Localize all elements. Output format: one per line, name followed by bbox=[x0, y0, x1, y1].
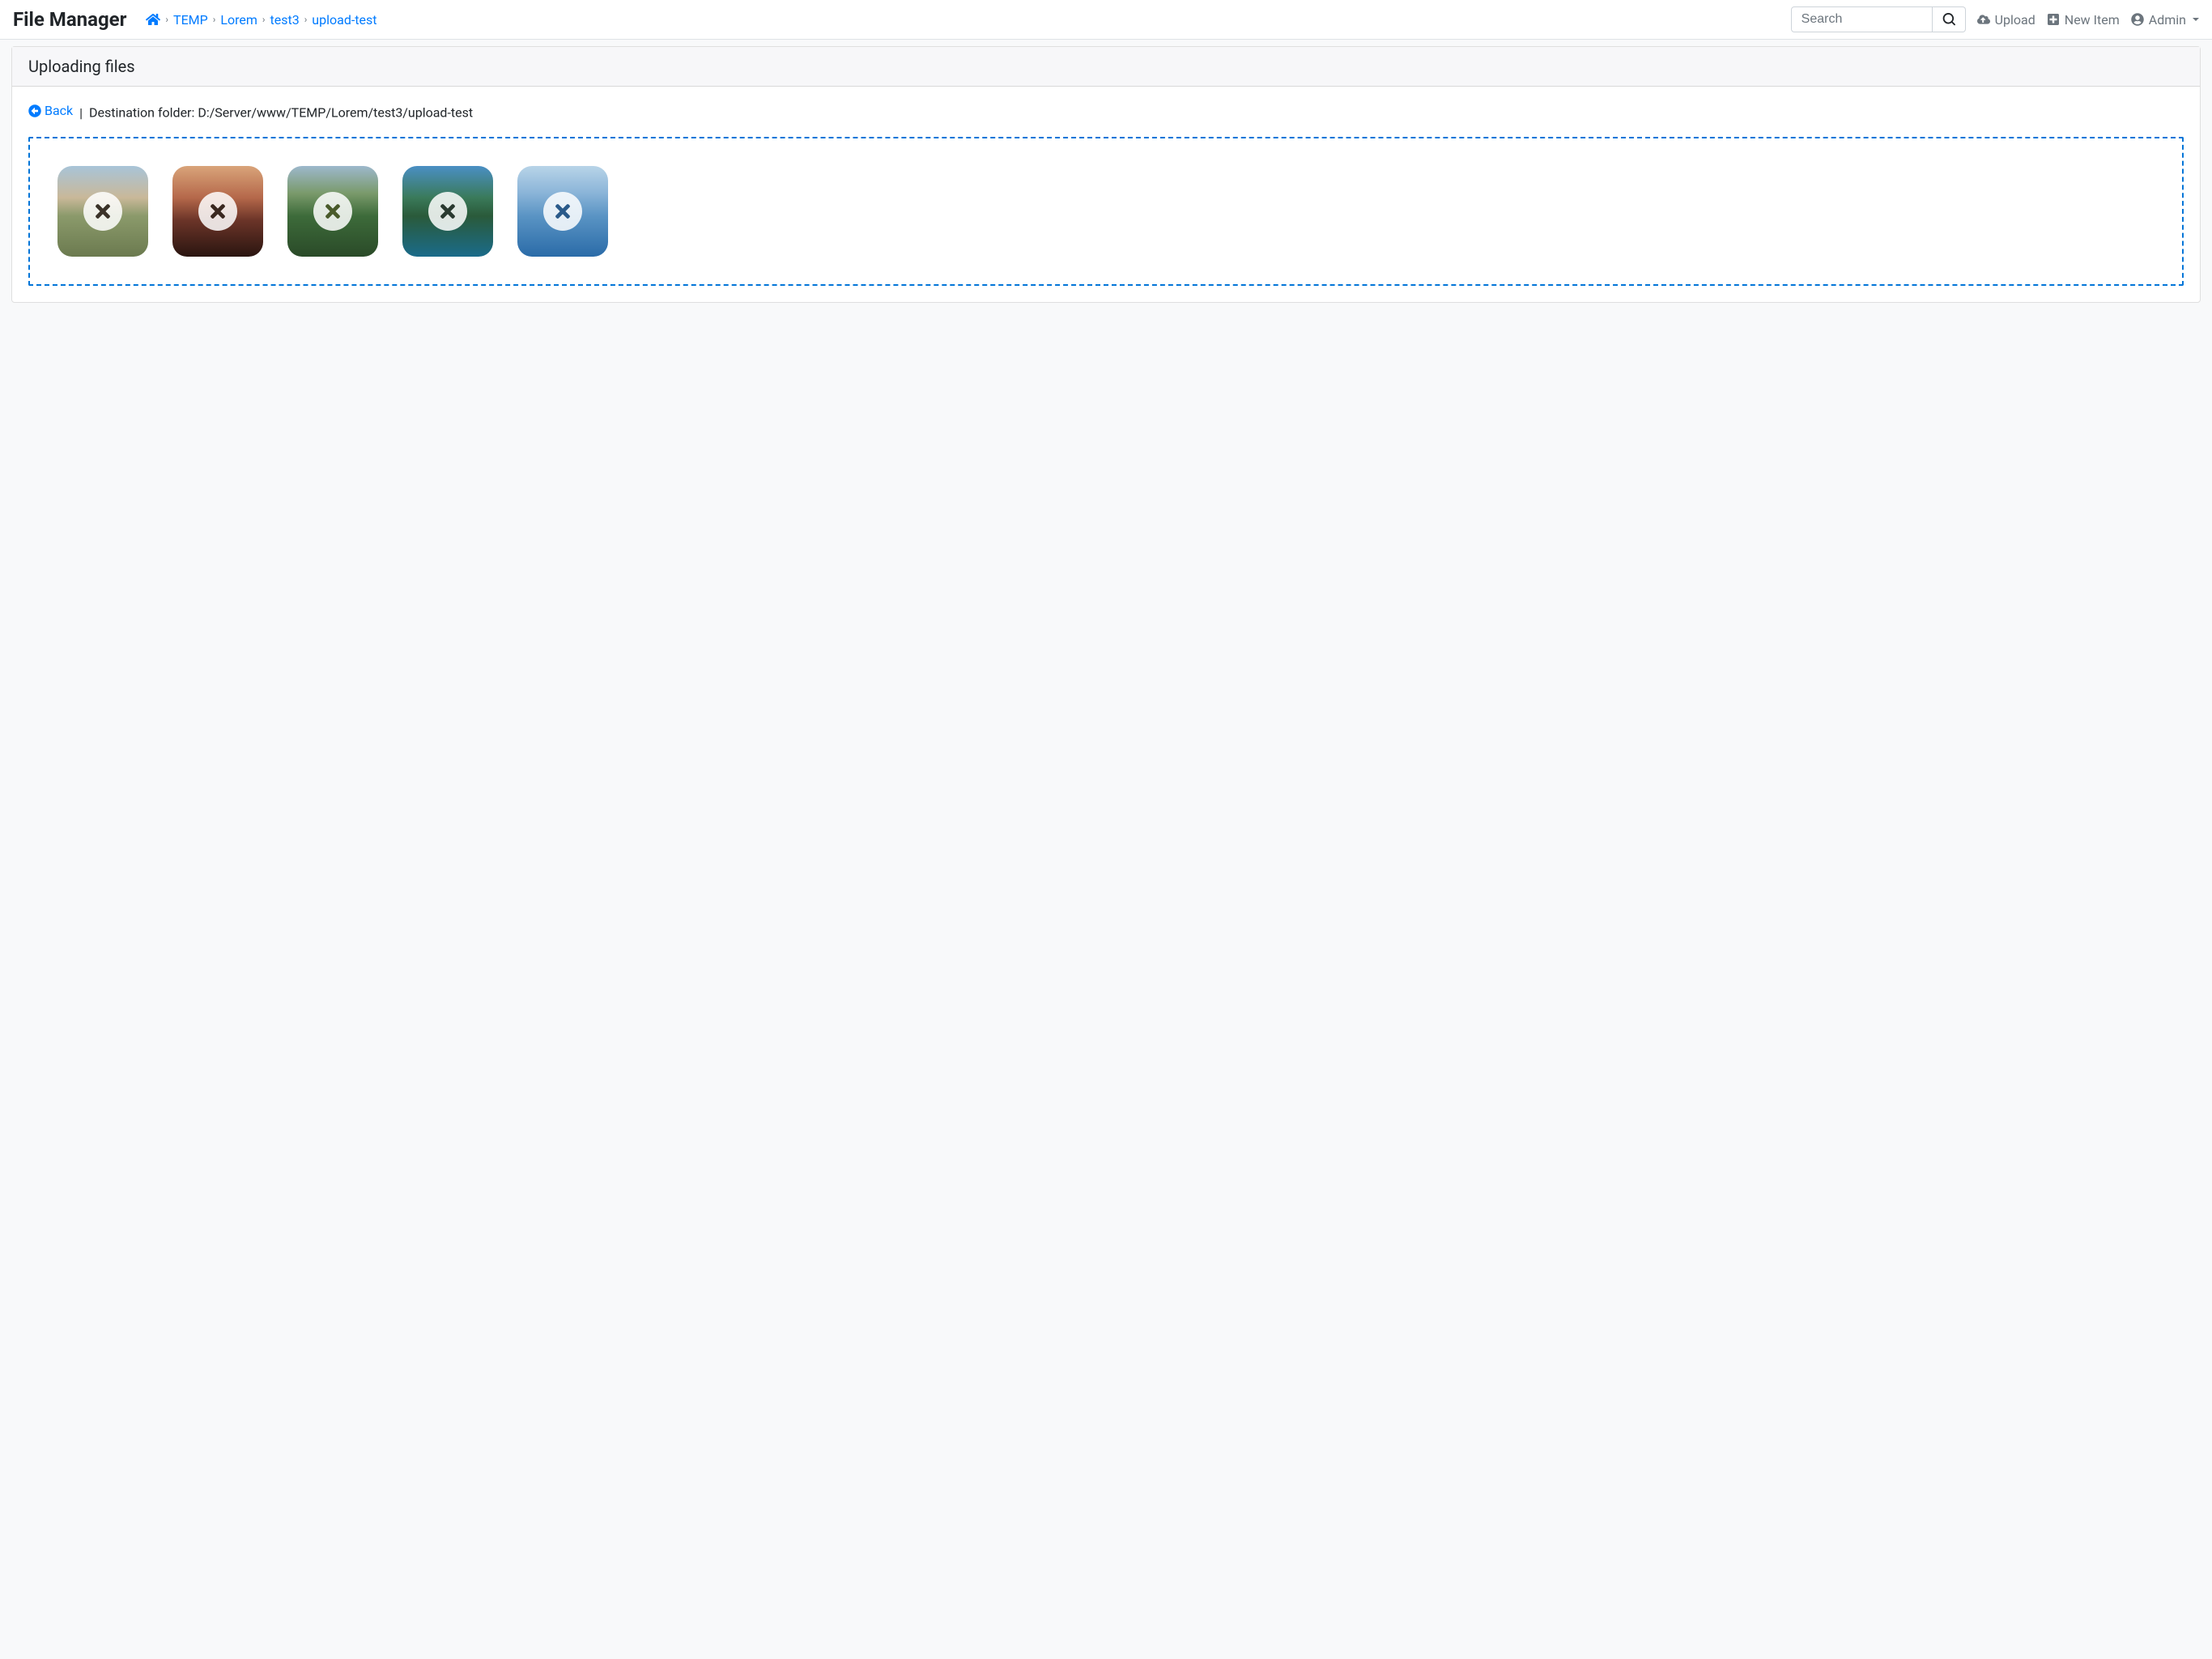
upload-thumbnail[interactable] bbox=[172, 166, 263, 257]
remove-thumbnail-button[interactable] bbox=[313, 192, 352, 231]
close-icon bbox=[92, 201, 113, 222]
new-item-label: New Item bbox=[2065, 12, 2120, 28]
separator: | bbox=[79, 105, 83, 121]
card-title: Uploading files bbox=[12, 47, 2200, 87]
breadcrumb-item-lorem[interactable]: Lorem bbox=[220, 12, 257, 28]
close-icon bbox=[207, 201, 228, 222]
upload-card: Uploading files Back | Destination folde… bbox=[11, 46, 2201, 303]
breadcrumb: › TEMP › Lorem › test3 › upload-test bbox=[146, 12, 1790, 28]
remove-thumbnail-button[interactable] bbox=[543, 192, 582, 231]
chevron-right-icon: › bbox=[304, 14, 308, 25]
navbar: File Manager › TEMP › Lorem › test3 › up… bbox=[0, 0, 2212, 40]
back-label: Back bbox=[45, 103, 73, 118]
close-icon bbox=[552, 201, 573, 222]
destination-label: Destination folder: D:/Server/www/TEMP/L… bbox=[89, 105, 473, 121]
remove-thumbnail-button[interactable] bbox=[198, 192, 237, 231]
admin-label: Admin bbox=[2149, 12, 2186, 28]
chevron-right-icon: › bbox=[165, 14, 168, 25]
chevron-right-icon: › bbox=[213, 14, 216, 25]
chevron-right-icon: › bbox=[262, 14, 266, 25]
arrow-left-circle-icon bbox=[28, 104, 41, 117]
upload-thumbnail[interactable] bbox=[402, 166, 493, 257]
navbar-actions: Upload New Item Admin bbox=[1791, 6, 2199, 32]
breadcrumb-item-temp[interactable]: TEMP bbox=[173, 12, 208, 28]
upload-button[interactable]: Upload bbox=[1977, 12, 2035, 28]
info-line: Back | Destination folder: D:/Server/www… bbox=[28, 103, 2184, 121]
upload-thumbnail[interactable] bbox=[57, 166, 148, 257]
search-input[interactable] bbox=[1791, 6, 1933, 32]
remove-thumbnail-button[interactable] bbox=[428, 192, 467, 231]
back-link[interactable]: Back bbox=[28, 103, 73, 118]
page-body: Uploading files Back | Destination folde… bbox=[0, 40, 2212, 1659]
user-circle-icon bbox=[2131, 13, 2144, 26]
new-item-button[interactable]: New Item bbox=[2047, 12, 2120, 28]
plus-square-icon bbox=[2047, 13, 2060, 26]
search-icon bbox=[1942, 13, 1955, 26]
app-brand[interactable]: File Manager bbox=[13, 8, 126, 31]
remove-thumbnail-button[interactable] bbox=[83, 192, 122, 231]
cloud-upload-icon bbox=[1977, 13, 1990, 26]
search-group bbox=[1791, 6, 1966, 32]
upload-thumbnail[interactable] bbox=[287, 166, 378, 257]
card-body: Back | Destination folder: D:/Server/www… bbox=[12, 87, 2200, 302]
dropzone[interactable] bbox=[28, 137, 2184, 286]
search-button[interactable] bbox=[1933, 6, 1966, 32]
admin-menu[interactable]: Admin bbox=[2131, 12, 2199, 28]
close-icon bbox=[322, 201, 343, 222]
upload-thumbnail[interactable] bbox=[517, 166, 608, 257]
breadcrumb-item-test3[interactable]: test3 bbox=[270, 12, 299, 28]
home-icon[interactable] bbox=[146, 12, 160, 27]
upload-label: Upload bbox=[1995, 12, 2035, 28]
caret-down-icon bbox=[2193, 18, 2199, 21]
close-icon bbox=[437, 201, 458, 222]
breadcrumb-item-upload-test[interactable]: upload-test bbox=[312, 12, 376, 28]
